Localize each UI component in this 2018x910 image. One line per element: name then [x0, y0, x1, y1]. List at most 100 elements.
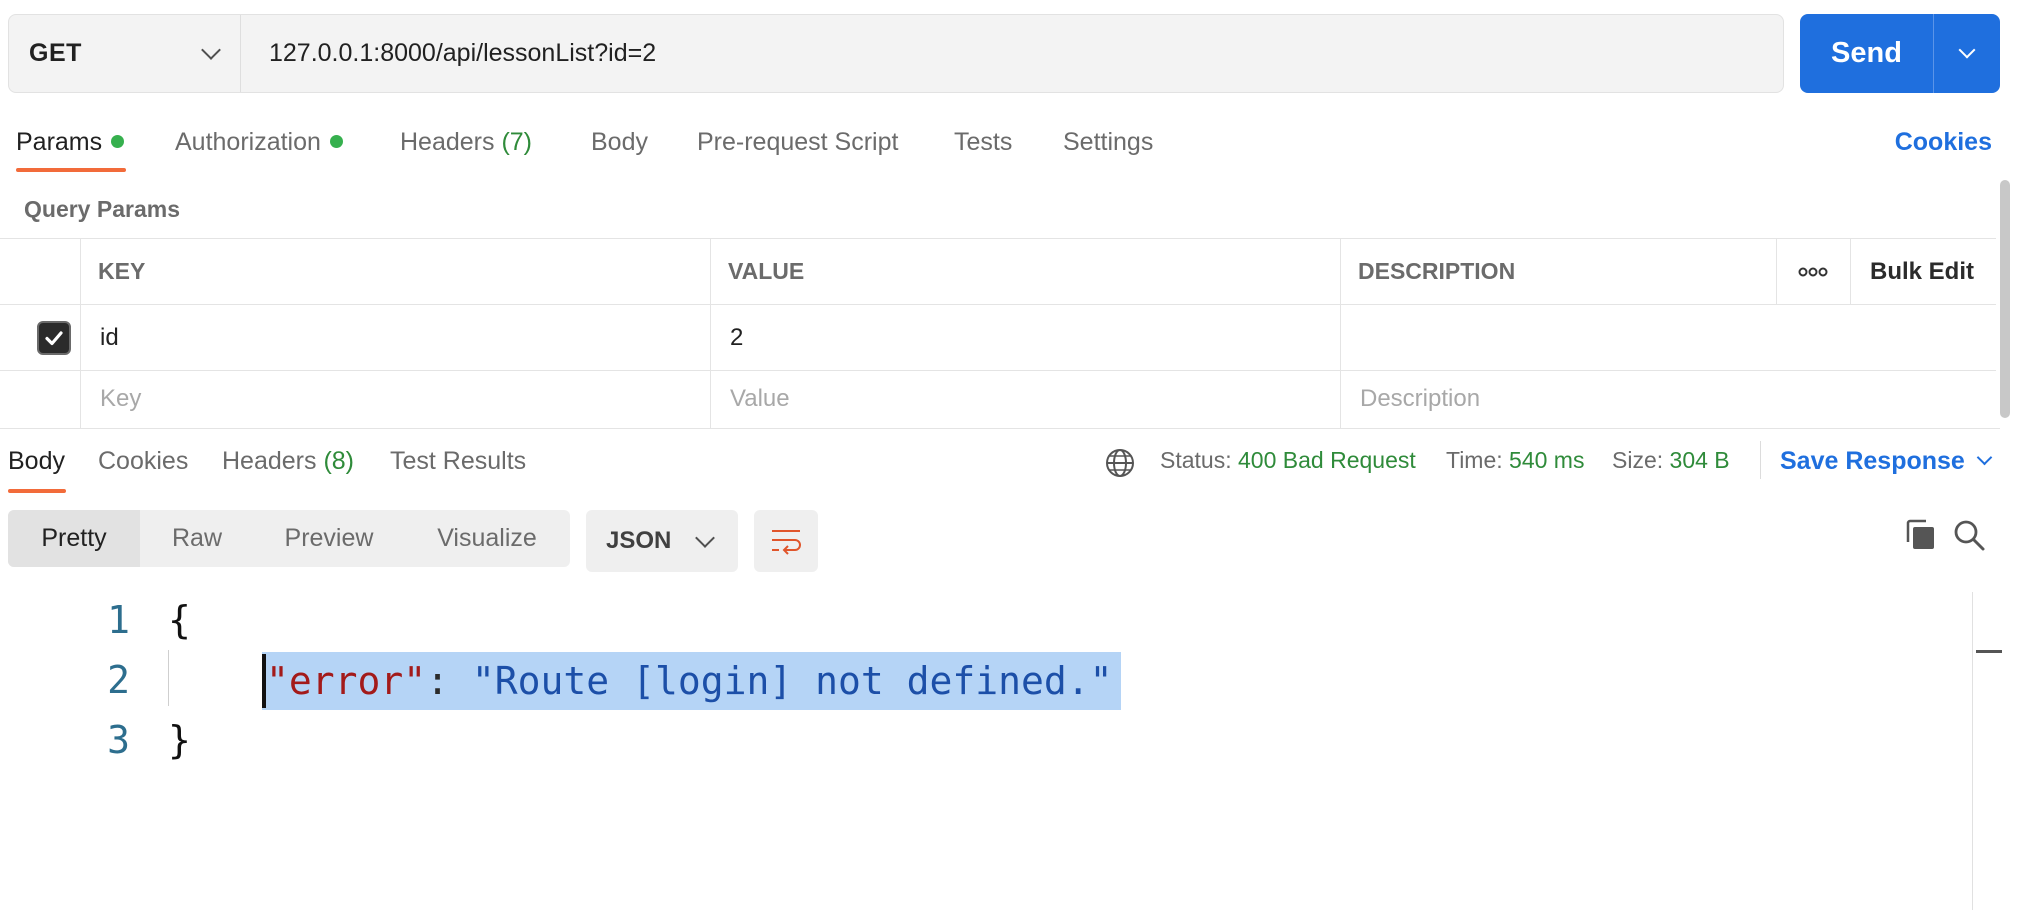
save-response-button[interactable]: Save Response	[1780, 447, 1993, 476]
line-number: 3	[107, 718, 130, 762]
open-brace: {	[168, 598, 191, 642]
response-tab-test-results[interactable]: Test Results	[390, 447, 526, 476]
more-icon	[1798, 267, 1828, 276]
wrap-lines-icon	[772, 530, 801, 555]
text-caret	[262, 654, 266, 708]
tab-authorization[interactable]: Authorization	[175, 128, 343, 157]
search-icon[interactable]	[1952, 518, 1986, 552]
response-tabs: Body Cookies Headers (8) Test Results St…	[0, 428, 2000, 493]
size-value: 304 B	[1669, 447, 1730, 473]
table-header-row: KEY VALUE DESCRIPTION Bulk Edit	[0, 239, 1996, 305]
selected-code-line[interactable]: "error": "Route [login] not defined."	[262, 652, 1121, 710]
indent-guide	[168, 650, 169, 706]
response-tab-cookies[interactable]: Cookies	[98, 447, 188, 476]
line-number: 2	[107, 658, 130, 702]
time-info[interactable]: Time: 540 ms	[1446, 447, 1584, 474]
column-divider	[1340, 238, 1341, 428]
send-button[interactable]: Send	[1800, 14, 1934, 93]
view-mode-switcher: Pretty Raw Preview Visualize	[8, 510, 570, 567]
tab-label: Pre-request Script	[697, 128, 899, 156]
table-row: id 2	[0, 305, 1996, 371]
size-info[interactable]: Size: 304 B	[1612, 447, 1730, 474]
more-options-button[interactable]	[1776, 239, 1850, 304]
globe-icon[interactable]	[1104, 447, 1136, 479]
json-key: "error"	[266, 659, 427, 703]
json-string-value: "Route [login] not defined."	[471, 659, 1113, 703]
send-options-button[interactable]	[1934, 14, 2000, 93]
tab-headers[interactable]: Headers (7)	[400, 128, 532, 157]
row-checkbox[interactable]	[37, 320, 71, 355]
column-divider	[1850, 238, 1851, 304]
tab-tests[interactable]: Tests	[954, 128, 1012, 157]
view-mode-visualize[interactable]: Visualize	[404, 510, 570, 567]
tab-count: (8)	[323, 447, 355, 475]
value-input-placeholder[interactable]: Value	[730, 371, 790, 427]
response-tab-headers[interactable]: Headers (8)	[222, 447, 354, 476]
json-colon: :	[426, 659, 472, 703]
request-tabs: Params Authorization Headers (7) Body Pr…	[0, 112, 2000, 172]
format-select[interactable]: JSON	[586, 510, 738, 572]
cookies-link[interactable]: Cookies	[1895, 128, 1992, 157]
param-key-cell[interactable]: id	[100, 305, 119, 370]
params-table: KEY VALUE DESCRIPTION Bulk Edit id 2 Key…	[0, 238, 1996, 412]
column-header-value: VALUE	[728, 258, 805, 284]
line-number: 1	[107, 598, 130, 642]
active-tab-underline	[8, 489, 66, 493]
tab-label: Tests	[954, 128, 1013, 156]
method-select[interactable]: GET	[9, 15, 241, 92]
divider	[1760, 441, 1761, 479]
tab-label: Params	[16, 128, 103, 156]
tab-body[interactable]: Body	[591, 128, 648, 157]
url-input[interactable]	[241, 15, 1783, 92]
chevron-down-icon	[1958, 41, 1976, 59]
row-checkbox-cell	[0, 305, 71, 370]
query-params-title: Query Params	[24, 196, 180, 222]
status-info[interactable]: Status: 400 Bad Request	[1160, 447, 1416, 474]
minimap-marker	[1976, 650, 2002, 653]
column-divider	[710, 238, 711, 428]
tab-label: Settings	[1063, 128, 1154, 156]
tab-params[interactable]: Params	[16, 128, 125, 157]
key-input-placeholder[interactable]: Key	[100, 371, 141, 427]
table-row-empty: Key Value Description	[0, 371, 1996, 427]
view-mode-raw[interactable]: Raw	[140, 510, 254, 567]
chevron-down-icon	[1976, 449, 1993, 466]
check-icon	[45, 330, 63, 345]
column-divider	[1776, 238, 1777, 304]
tab-settings[interactable]: Settings	[1063, 128, 1153, 157]
url-bar: GET	[8, 14, 1784, 93]
param-value-cell[interactable]: 2	[730, 305, 743, 370]
size-label: Size:	[1612, 447, 1664, 473]
bulk-edit-button[interactable]: Bulk Edit	[1870, 239, 1974, 304]
close-brace: }	[168, 718, 191, 762]
tab-count: (7)	[501, 128, 533, 156]
view-mode-pretty[interactable]: Pretty	[8, 510, 140, 567]
status-label: Status:	[1160, 447, 1232, 473]
column-divider	[80, 238, 81, 428]
params-scrollbar[interactable]	[2000, 180, 2010, 418]
active-tab-underline	[16, 168, 126, 172]
save-response-label: Save Response	[1780, 447, 1965, 475]
response-tab-body[interactable]: Body	[8, 447, 65, 476]
time-value: 540 ms	[1509, 447, 1585, 473]
indicator-dot	[329, 135, 343, 148]
column-header-description: DESCRIPTION	[1358, 258, 1516, 284]
param-description-cell[interactable]	[1358, 305, 1998, 370]
indicator-dot	[111, 135, 125, 148]
copy-icon[interactable]	[1904, 518, 1938, 552]
tab-pre-request-script[interactable]: Pre-request Script	[697, 128, 898, 157]
time-label: Time:	[1446, 447, 1503, 473]
column-header-key: KEY	[98, 258, 146, 284]
tab-label: Authorization	[175, 128, 321, 156]
tab-label: Headers	[222, 447, 317, 475]
tab-label: Body	[591, 128, 648, 156]
description-input-placeholder[interactable]: Description	[1360, 371, 1480, 427]
send-button-group: Send	[1800, 14, 2000, 93]
wrap-lines-button[interactable]	[754, 510, 818, 572]
tab-label: Headers	[400, 128, 495, 156]
view-mode-preview[interactable]: Preview	[254, 510, 404, 567]
code-scrollbar-track[interactable]	[1972, 592, 1973, 910]
format-label: JSON	[606, 527, 672, 554]
status-value: 400 Bad Request	[1238, 447, 1416, 473]
method-label: GET	[29, 39, 82, 67]
